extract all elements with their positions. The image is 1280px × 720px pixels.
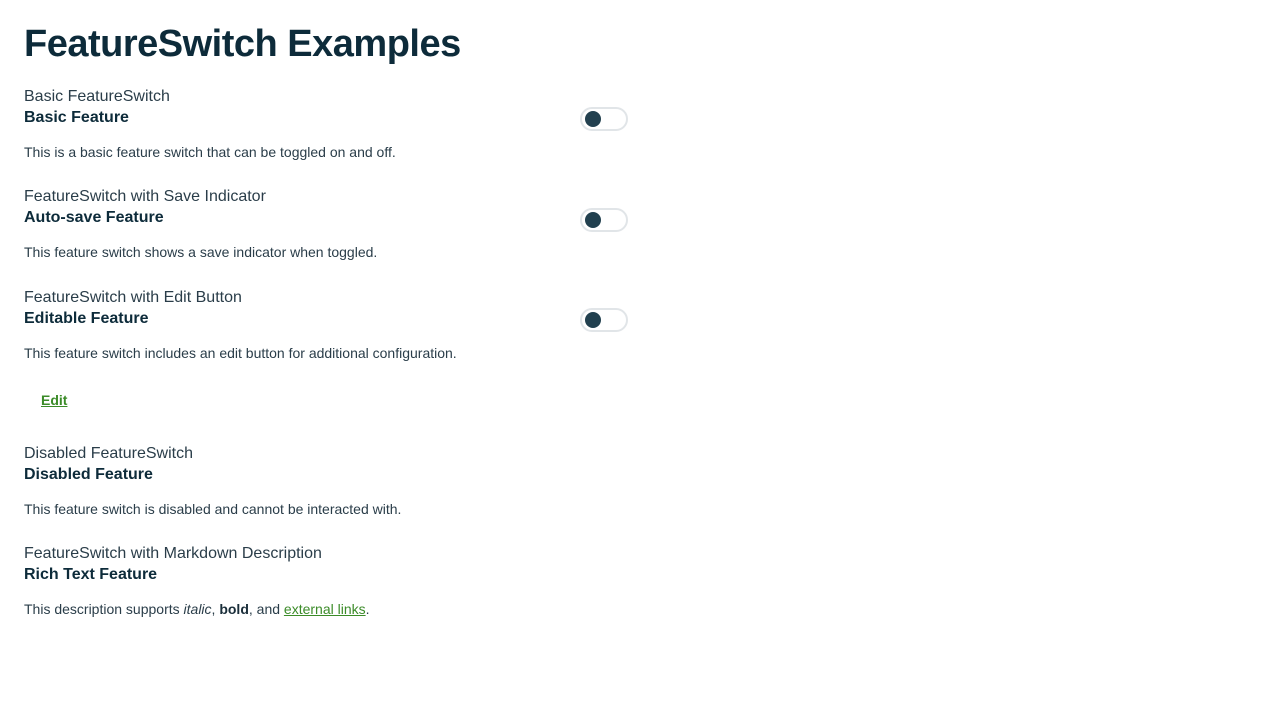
bold-text: bold — [219, 601, 249, 617]
feature-row: Rich Text Feature — [24, 564, 628, 586]
section-heading: FeatureSwitch with Markdown Description — [24, 545, 322, 562]
feature-title: Basic Feature — [24, 109, 129, 126]
basic-feature-toggle[interactable] — [580, 107, 628, 131]
feature-description: This feature switch is disabled and cann… — [24, 501, 402, 517]
feature-row: Auto-save Feature — [24, 207, 628, 232]
feature-description: This feature switch shows a save indicat… — [24, 244, 378, 260]
section-save-indicator: FeatureSwitch with Save Indicator Auto-s… — [24, 187, 628, 261]
description-text: . — [365, 601, 370, 617]
section-basic: Basic FeatureSwitch Basic Feature This i… — [24, 87, 628, 161]
markdown-description: This description supports italic, bold, … — [24, 600, 628, 618]
page: FeatureSwitch Examples Basic FeatureSwit… — [0, 0, 1280, 720]
section-edit-button: FeatureSwitch with Edit Button Editable … — [24, 288, 628, 408]
feature-description: This is a basic feature switch that can … — [24, 144, 396, 160]
feature-description: This feature switch includes an edit but… — [24, 345, 457, 361]
feature-title: Rich Text Feature — [24, 566, 158, 583]
section-heading: Basic FeatureSwitch — [24, 88, 170, 105]
description-text: This description supports — [24, 601, 184, 617]
feature-row: Editable Feature — [24, 308, 628, 332]
feature-title: Disabled Feature — [24, 466, 153, 483]
section-heading: FeatureSwitch with Save Indicator — [24, 188, 266, 205]
italic-text: italic — [183, 601, 212, 617]
description-text: , and — [248, 601, 284, 617]
toggle-knob — [585, 111, 601, 127]
editable-feature-toggle[interactable] — [580, 308, 628, 332]
section-heading: FeatureSwitch with Edit Button — [24, 289, 242, 306]
section-markdown: FeatureSwitch with Markdown Description … — [24, 544, 628, 618]
section-heading: Disabled FeatureSwitch — [24, 445, 193, 462]
external-link[interactable]: external links — [284, 601, 366, 617]
section-disabled: Disabled FeatureSwitch Disabled Feature … — [24, 444, 628, 518]
feature-title: Editable Feature — [24, 310, 149, 327]
edit-button[interactable]: Edit — [41, 391, 67, 409]
feature-row: Basic Feature — [24, 107, 628, 131]
toggle-knob — [585, 212, 601, 228]
auto-save-feature-toggle[interactable] — [580, 208, 628, 232]
toggle-knob — [585, 312, 601, 328]
feature-row: Disabled Feature — [24, 464, 628, 486]
page-title: FeatureSwitch Examples — [24, 23, 461, 65]
feature-title: Auto-save Feature — [24, 209, 164, 226]
